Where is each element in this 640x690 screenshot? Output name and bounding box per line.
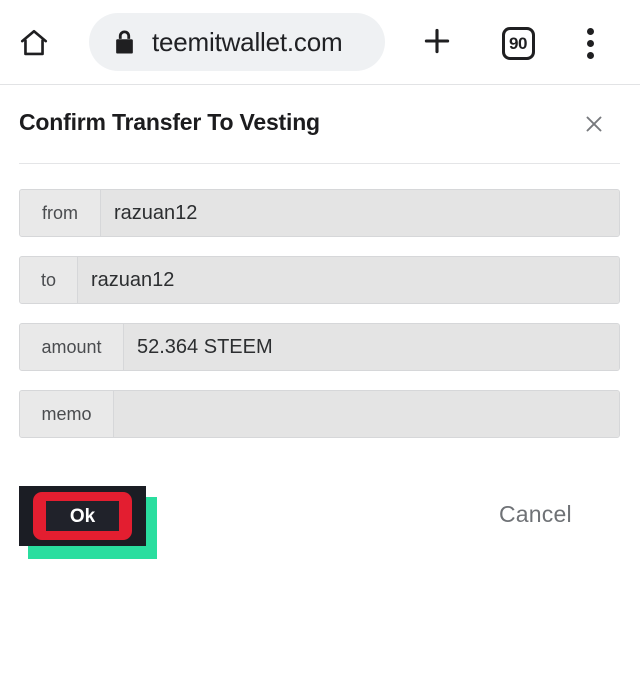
more-vertical-icon-dot bbox=[586, 27, 594, 35]
ok-button-annotation: Ok bbox=[19, 486, 157, 559]
close-button[interactable] bbox=[574, 106, 614, 146]
field-row: amount 52.364 STEEM bbox=[19, 323, 620, 371]
field-value-from[interactable]: razuan12 bbox=[101, 190, 619, 236]
home-button[interactable] bbox=[12, 21, 56, 65]
field-label-memo: memo bbox=[20, 391, 114, 437]
field-value-memo[interactable] bbox=[114, 391, 619, 437]
url-text: teemitwallet.com bbox=[152, 26, 343, 57]
annotation-red-outline: Ok bbox=[33, 492, 132, 540]
field-value-amount[interactable]: 52.364 STEEM bbox=[124, 324, 619, 370]
tab-counter-icon: 90 bbox=[501, 26, 535, 60]
lock-icon bbox=[112, 29, 137, 56]
new-tab-button[interactable] bbox=[414, 21, 460, 65]
tab-counter-button[interactable]: 90 bbox=[496, 21, 540, 65]
field-row: memo bbox=[19, 390, 620, 438]
tab-counter-label: 90 bbox=[509, 33, 527, 53]
field-row: from razuan12 bbox=[19, 189, 620, 237]
url-address-bar[interactable]: teemitwallet.com bbox=[89, 13, 385, 71]
plus-icon bbox=[420, 24, 454, 63]
annotation-dark-box: Ok bbox=[19, 486, 146, 546]
browser-toolbar: teemitwallet.com 90 bbox=[0, 0, 640, 85]
home-icon bbox=[18, 27, 50, 59]
transfer-form: from razuan12 to razuan12 amount 52.364 STEEM… bbox=[19, 189, 620, 457]
more-vertical-icon-dot bbox=[586, 39, 594, 47]
ok-button[interactable]: Ok bbox=[46, 501, 119, 531]
confirm-transfer-dialog: Confirm Transfer To Vesting from razuan12… bbox=[0, 85, 640, 690]
dialog-divider bbox=[19, 163, 620, 164]
field-row: to razuan12 bbox=[19, 256, 620, 304]
field-label-from: from bbox=[20, 190, 101, 236]
cancel-button[interactable]: Cancel bbox=[499, 501, 572, 528]
overflow-menu-button[interactable] bbox=[568, 21, 612, 65]
field-label-to: to bbox=[20, 257, 78, 303]
field-value-to[interactable]: razuan12 bbox=[78, 257, 619, 303]
more-vertical-icon-dot bbox=[586, 51, 594, 59]
field-label-amount: amount bbox=[20, 324, 124, 370]
ok-button-label: Ok bbox=[69, 505, 96, 527]
dialog-title: Confirm Transfer To Vesting bbox=[19, 109, 320, 135]
close-icon bbox=[582, 112, 606, 141]
